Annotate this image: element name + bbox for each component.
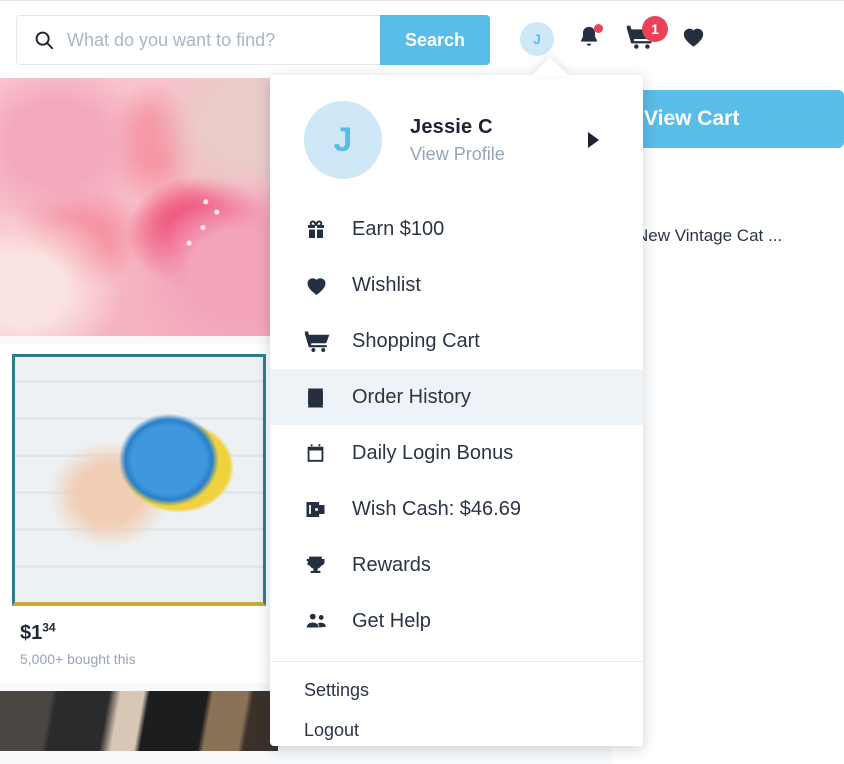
notification-dot-badge [594,24,603,33]
dropdown-footer-list: Settings Logout [270,670,643,750]
notifications-button[interactable] [572,22,606,56]
menu-item-daily-login-bonus[interactable]: Daily Login Bonus [270,425,643,481]
calendar-icon [304,442,334,465]
menu-item-label: Earn $100 [352,217,445,240]
wallet-icon [304,498,334,521]
account-dropdown-menu: J Jessie C View Profile Earn $100 Wishlis… [270,75,643,746]
right-content-panel [612,78,844,764]
menu-item-label: Settings [304,679,370,700]
product-price-cents: 34 [42,620,56,634]
trophy-icon [304,554,334,577]
dropdown-menu-list: Earn $100 Wishlist Shopping Cart Order Hist… [270,201,643,649]
menu-item-order-history[interactable]: Order History [270,369,643,425]
gift-icon [304,217,334,241]
chevron-right-icon [588,132,599,148]
menu-item-logout[interactable]: Logout [270,710,643,750]
top-header-bar: Search J 1 [0,0,844,78]
product-price-row: $134 [0,606,278,651]
menu-item-shopping-cart[interactable]: Shopping Cart [270,313,643,369]
menu-item-wish-cash-46-69[interactable]: Wish Cash: $46.69 [270,481,643,537]
profile-text-block: Jessie C View Profile [410,116,588,165]
menu-item-rewards[interactable]: Rewards [270,537,643,593]
menu-item-label: Wish Cash: $46.69 [352,497,521,520]
product-feed-column: $134 5,000+ bought this [0,78,278,751]
menu-item-wishlist[interactable]: Wishlist [270,257,643,313]
menu-item-label: Logout [304,719,360,740]
menu-item-earn-100[interactable]: Earn $100 [270,201,643,257]
dropdown-divider [270,661,643,662]
recommendation-label: New Vintage Cat ... [636,226,783,245]
product-image-cleaning-brush[interactable] [12,354,266,606]
app-screen: $134 5,000+ bought this View Cart New Vi… [0,0,844,764]
dropdown-profile-header[interactable]: J Jessie C View Profile [270,75,643,201]
menu-item-label: Shopping Cart [352,329,480,352]
avatar[interactable]: J [520,22,554,56]
search-icon [33,29,55,51]
menu-item-settings[interactable]: Settings [270,670,643,710]
heart-icon [304,273,334,298]
product-bought-count: 5,000+ bought this [20,650,136,667]
menu-item-label: Rewards [352,553,431,576]
product-image-roses-flamingo[interactable] [0,78,278,336]
menu-item-label: Daily Login Bonus [352,441,514,464]
wishlist-button[interactable] [676,22,710,56]
product-price: $134 [20,620,56,644]
heart-icon [680,23,707,55]
search-bar: Search [16,15,490,65]
people-icon [304,609,334,634]
view-profile-link[interactable]: View Profile [410,144,588,165]
cart-badge-count: 1 [642,16,668,42]
product-image-wrap [0,344,278,606]
menu-item-label: Order History [352,385,471,408]
menu-item-get-help[interactable]: Get Help [270,593,643,649]
cart-icon [304,329,334,354]
profile-avatar: J [304,101,382,179]
product-card-2[interactable]: $134 5,000+ bought this [0,344,278,683]
receipt-icon [304,386,334,409]
menu-item-label: Get Help [352,609,431,632]
search-button[interactable]: Search [380,15,490,65]
search-input[interactable] [67,29,380,51]
view-cart-button[interactable]: View Cart [612,90,844,148]
profile-user-name: Jessie C [410,115,493,138]
menu-item-label: Wishlist [352,273,421,296]
product-card-1[interactable] [0,78,278,336]
product-image-3[interactable] [0,690,278,751]
dropdown-caret [531,57,569,76]
search-input-container[interactable] [16,15,380,65]
cart-button[interactable]: 1 [624,16,668,56]
